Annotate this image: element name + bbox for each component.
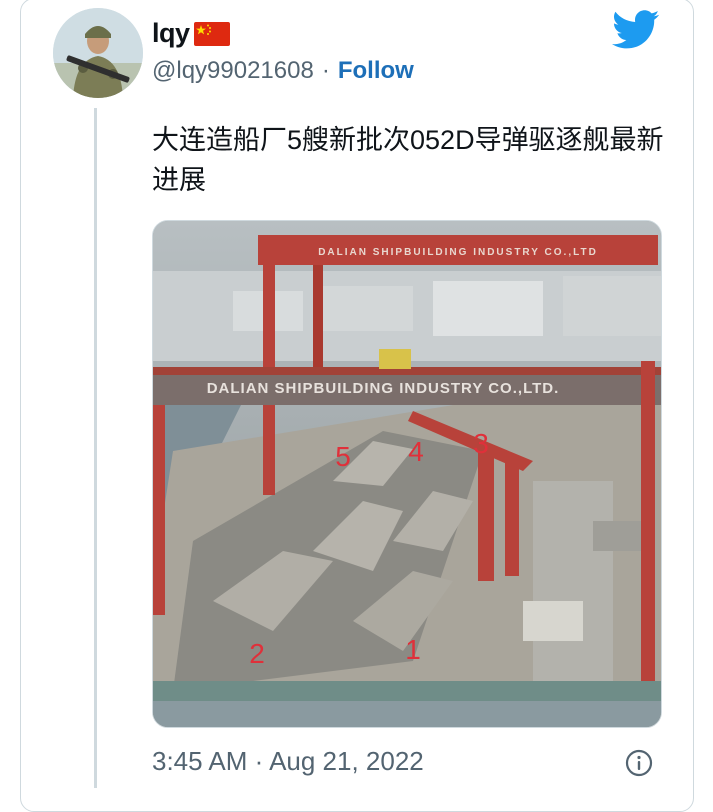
tweet-text: 大连造船厂5艘新批次052D导弹驱逐舰最新进展 (152, 125, 664, 195)
ship-label-2: 2 (249, 638, 265, 669)
tweet-image[interactable]: DALIAN SHIPBUILDING INDUSTRY CO.,LTD DAL… (152, 220, 662, 728)
avatar[interactable] (53, 8, 143, 98)
ship-label-5: 5 (335, 441, 351, 472)
ship-label-1: 1 (405, 634, 421, 665)
handle-row: @lqy99021608 · Follow (152, 57, 414, 85)
info-icon[interactable] (624, 748, 654, 778)
display-name[interactable]: lqy (152, 18, 190, 49)
thread-line (94, 108, 97, 788)
tweet-timestamp[interactable]: 3:45 AM · Aug 21, 2022 (152, 746, 424, 777)
ship-label-4: 4 (408, 436, 424, 467)
china-flag-icon (193, 21, 230, 46)
near-crane-sign: DALIAN SHIPBUILDING INDUSTRY CO.,LTD. (207, 380, 560, 397)
user-handle[interactable]: @lqy99021608 (152, 57, 314, 85)
name-row: lqy (152, 18, 230, 49)
follow-button[interactable]: Follow (338, 57, 414, 85)
twitter-bird-icon[interactable] (612, 10, 660, 50)
far-crane-sign: DALIAN SHIPBUILDING INDUSTRY CO.,LTD (318, 247, 598, 258)
separator-dot: · (321, 57, 330, 84)
ship-label-3: 3 (473, 428, 489, 459)
